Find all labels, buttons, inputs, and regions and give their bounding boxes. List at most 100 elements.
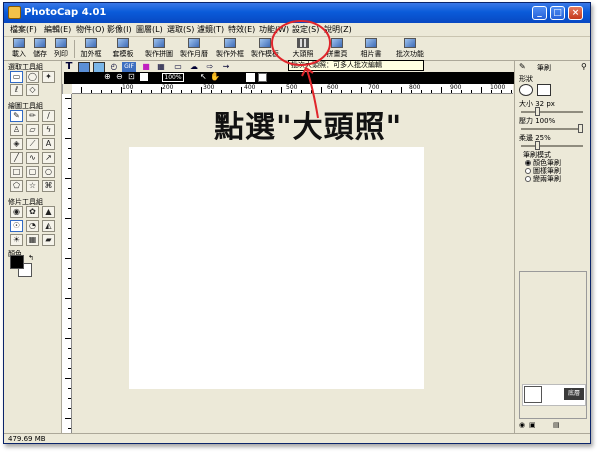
id-photo-button[interactable]: 大頭照	[288, 38, 318, 60]
zoom-field[interactable]: 100%	[162, 73, 184, 82]
rect-shape-tool[interactable]: □	[10, 166, 23, 178]
quick-toolbar: ⊕ ⊖ ⊡ 100% ↖ ✋	[64, 72, 514, 84]
page-layout-button[interactable]: 拼畫頁	[322, 38, 352, 60]
round-brush-shape[interactable]	[519, 84, 533, 96]
ruler-tick	[501, 90, 502, 93]
menu-image[interactable]: 影像(I)	[107, 24, 132, 35]
menu-file[interactable]: 檔案(F)	[10, 24, 37, 35]
blemish-tool[interactable]: ✿	[26, 206, 39, 218]
soft-edge-slider[interactable]	[521, 141, 583, 150]
photo-book-button[interactable]: 相片書	[356, 38, 386, 60]
menu-functions[interactable]: 功能(W)	[259, 24, 289, 35]
template-maker-icon	[259, 38, 271, 48]
make-frame-button[interactable]: 製作外框	[213, 38, 247, 60]
ellipse-shape-tool[interactable]: ○	[42, 166, 55, 178]
annotation-text: 點選"大頭照"	[214, 110, 403, 145]
ruler-tick	[68, 358, 71, 359]
frame-edge-tool[interactable]: ▦	[26, 234, 39, 246]
size-slider-thumb[interactable]	[535, 107, 541, 116]
mode-variable-brush[interactable]: 變兩筆刷	[525, 174, 561, 184]
gray-swatch[interactable]	[258, 73, 267, 82]
zoom-out-icon[interactable]: ⊖	[116, 72, 123, 81]
zoom-in-icon[interactable]: ⊕	[104, 72, 111, 81]
make-calendar-button[interactable]: 製作月曆	[177, 38, 211, 60]
curve-tool[interactable]: ∿	[26, 152, 39, 164]
print-button[interactable]: 列印	[50, 38, 72, 60]
ruler-tick	[231, 90, 232, 93]
smudge-tool[interactable]: ϟ	[42, 124, 55, 136]
ruler-tick	[191, 90, 192, 93]
ellipse-select-tool[interactable]: ◯	[26, 71, 39, 83]
ruler-tick	[65, 338, 71, 339]
poly-lasso-tool[interactable]: ◇	[26, 84, 39, 96]
maximize-button[interactable]: □	[550, 6, 565, 20]
sharpen-tool[interactable]: ▲	[42, 206, 55, 218]
dropper-tool[interactable]: ⟋	[26, 138, 39, 150]
batch-function-button[interactable]: 批次功能	[392, 38, 428, 60]
line-tool[interactable]: ╱	[10, 152, 23, 164]
hand-icon[interactable]: ✋	[210, 72, 220, 81]
magic-wand-tool[interactable]: ✦	[42, 71, 55, 83]
menu-select[interactable]: 選取(S)	[167, 24, 194, 35]
layer-delete-icon[interactable]: ▤	[553, 421, 560, 429]
menu-effects[interactable]: 特效(E)	[228, 24, 255, 35]
ruler-tick	[68, 348, 71, 349]
layers-list[interactable]: 底層	[519, 271, 587, 419]
pin-icon[interactable]: ⚲	[581, 62, 587, 71]
menu-object[interactable]: 物件(O)	[76, 24, 105, 35]
menu-edit[interactable]: 編輯(E)	[44, 24, 71, 35]
square-brush-shape[interactable]	[537, 84, 551, 96]
menu-layer[interactable]: 圖層(L)	[136, 24, 163, 35]
load-button[interactable]: 載入	[8, 38, 30, 60]
custom-shape-tool[interactable]: ⌘	[42, 180, 55, 192]
make-template-button[interactable]: 製作模板	[248, 38, 282, 60]
pointer-icon[interactable]: ↖	[200, 72, 207, 81]
layer-new-icon[interactable]: ▣	[529, 421, 536, 429]
menu-filter[interactable]: 濾鏡(T)	[197, 24, 224, 35]
pencil-tool[interactable]: ✏	[26, 110, 39, 122]
ruler-tick	[68, 278, 71, 279]
menu-settings[interactable]: 設定(S)	[292, 24, 319, 35]
fill-tool[interactable]: ◈	[10, 138, 23, 150]
swap-colors-icon[interactable]: ↰	[28, 254, 34, 262]
menu-help[interactable]: 說明(Z)	[324, 24, 352, 35]
brush-tool[interactable]: ✎	[10, 110, 23, 122]
eraser-tool[interactable]: ▱	[26, 124, 39, 136]
soft-edge-slider-thumb[interactable]	[535, 141, 541, 150]
add-frame-button[interactable]: 加外框	[76, 38, 106, 60]
ruler-tick	[341, 90, 342, 93]
save-button[interactable]: 儲存	[29, 38, 51, 60]
airbrush-tool[interactable]: ∕	[42, 110, 55, 122]
light-tool[interactable]: ☀	[10, 234, 23, 246]
ruler-tick	[68, 208, 71, 209]
fit-icon[interactable]: ⊡	[128, 72, 135, 81]
lasso-tool[interactable]: ℓ	[10, 84, 23, 96]
landscape-tool[interactable]: ▰	[42, 234, 55, 246]
polygon-shape-tool[interactable]: ⬠	[10, 180, 23, 192]
foreground-color-swatch[interactable]	[10, 255, 24, 269]
rect-select-tool[interactable]: ▭	[10, 71, 23, 83]
make-collage-button[interactable]: 製作拼圖	[142, 38, 176, 60]
image-canvas[interactable]	[129, 147, 424, 389]
red-eye-tool[interactable]: ◉	[10, 206, 23, 218]
close-button[interactable]: ×	[568, 6, 583, 20]
ruler-tick	[68, 428, 71, 429]
apply-template-button[interactable]: 套模板	[108, 38, 138, 60]
minimize-button[interactable]: _	[532, 6, 547, 20]
star-shape-tool[interactable]: ☆	[26, 180, 39, 192]
stamp-tool[interactable]: ♙	[10, 124, 23, 136]
ruler-tick	[451, 90, 452, 93]
blur-tool[interactable]: ◔	[26, 220, 39, 232]
arrow-tool[interactable]: ↗	[42, 152, 55, 164]
layer-visible-icon[interactable]: ◉	[519, 421, 525, 429]
actual-size-icon[interactable]	[140, 73, 148, 81]
roundrect-shape-tool[interactable]: ▢	[26, 166, 39, 178]
pressure-slider-thumb[interactable]	[578, 124, 583, 133]
clone-tool[interactable]: ☉	[10, 220, 23, 232]
dodge-tool[interactable]: ◭	[42, 220, 55, 232]
pressure-slider[interactable]	[521, 124, 583, 133]
text-tool[interactable]: A	[42, 138, 55, 150]
white-swatch[interactable]	[246, 73, 255, 82]
size-slider[interactable]	[521, 107, 583, 116]
ruler-tick	[68, 198, 71, 199]
